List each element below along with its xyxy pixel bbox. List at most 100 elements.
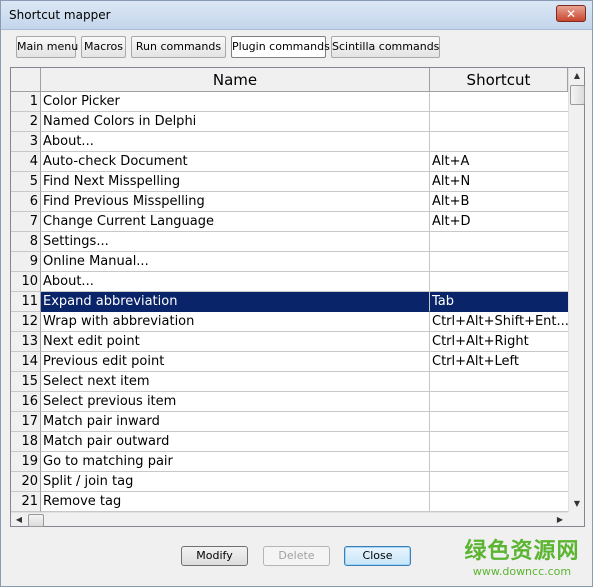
table-row[interactable]: 10 About...: [11, 272, 568, 292]
shortcut-cell[interactable]: Tab: [430, 292, 568, 312]
shortcut-cell[interactable]: [430, 112, 568, 132]
command-name-cell[interactable]: Auto-check Document: [41, 152, 430, 172]
tab-main-menu[interactable]: Main menu: [16, 36, 78, 58]
table-row[interactable]: 5 Find Next Misspelling Alt+N: [11, 172, 568, 192]
shortcut-cell[interactable]: Ctrl+Alt+Shift+Ent...: [430, 312, 568, 332]
command-name-cell[interactable]: Match pair inward: [41, 412, 430, 432]
delete-button[interactable]: Delete: [263, 546, 330, 566]
command-name-cell[interactable]: Named Colors in Delphi: [41, 112, 430, 132]
row-number: 9: [11, 252, 41, 272]
close-button[interactable]: Close: [344, 546, 411, 566]
row-number: 21: [11, 492, 41, 512]
row-number: 13: [11, 332, 41, 352]
shortcut-cell[interactable]: Alt+B: [430, 192, 568, 212]
command-name-cell[interactable]: Go to matching pair: [41, 452, 430, 472]
tab-macros[interactable]: Macros: [81, 36, 126, 58]
command-name-cell[interactable]: Settings...: [41, 232, 430, 252]
shortcut-cell[interactable]: Alt+A: [430, 152, 568, 172]
command-name-cell[interactable]: Select next item: [41, 372, 430, 392]
shortcut-mapper-window: Shortcut mapper ✕ Main menu Macros Run c…: [0, 0, 593, 587]
shortcut-cell[interactable]: Ctrl+Alt+Left: [430, 352, 568, 372]
command-name-cell[interactable]: Online Manual...: [41, 252, 430, 272]
command-name-cell[interactable]: Next edit point: [41, 332, 430, 352]
shortcut-cell[interactable]: [430, 232, 568, 252]
table-row[interactable]: 1 Color Picker: [11, 92, 568, 112]
shortcut-cell[interactable]: Ctrl+Alt+Right: [430, 332, 568, 352]
command-name-cell[interactable]: About...: [41, 132, 430, 152]
table-row[interactable]: 19 Go to matching pair: [11, 452, 568, 472]
table-row[interactable]: 18 Match pair outward: [11, 432, 568, 452]
command-name-cell[interactable]: Wrap with abbreviation: [41, 312, 430, 332]
row-number: 6: [11, 192, 41, 212]
arrow-down-icon[interactable]: ▼: [569, 496, 585, 512]
tab-scintilla-commands[interactable]: Scintilla commands: [331, 36, 440, 58]
header-shortcut[interactable]: Shortcut: [430, 68, 568, 92]
command-name-cell[interactable]: Change Current Language: [41, 212, 430, 232]
command-name-cell[interactable]: Split / join tag: [41, 472, 430, 492]
table-row[interactable]: 7 Change Current Language Alt+D: [11, 212, 568, 232]
row-number: 12: [11, 312, 41, 332]
modify-button[interactable]: Modify: [181, 546, 248, 566]
shortcut-cell[interactable]: [430, 492, 568, 512]
table-row[interactable]: 13 Next edit point Ctrl+Alt+Right: [11, 332, 568, 352]
row-number: 5: [11, 172, 41, 192]
table-row[interactable]: 8 Settings...: [11, 232, 568, 252]
row-number: 10: [11, 272, 41, 292]
header-name[interactable]: Name: [41, 68, 430, 92]
table-row[interactable]: 16 Select previous item: [11, 392, 568, 412]
row-number: 2: [11, 112, 41, 132]
table-row[interactable]: 12 Wrap with abbreviation Ctrl+Alt+Shift+E…: [11, 312, 568, 332]
table-row[interactable]: 9 Online Manual...: [11, 252, 568, 272]
table-row[interactable]: 3 About...: [11, 132, 568, 152]
shortcut-cell[interactable]: [430, 92, 568, 112]
command-name-cell[interactable]: Select previous item: [41, 392, 430, 412]
shortcut-cell[interactable]: [430, 132, 568, 152]
tab-run-commands[interactable]: Run commands: [131, 36, 226, 58]
table-row[interactable]: 17 Match pair inward: [11, 412, 568, 432]
row-number: 8: [11, 232, 41, 252]
watermark-logo: 绿色资源网 www.downcc.com: [457, 539, 587, 578]
arrow-left-icon[interactable]: ◀: [11, 513, 27, 527]
table-row[interactable]: 4 Auto-check Document Alt+A: [11, 152, 568, 172]
table-row[interactable]: 14 Previous edit point Ctrl+Alt+Left: [11, 352, 568, 372]
command-name-cell[interactable]: Previous edit point: [41, 352, 430, 372]
table-row[interactable]: 2 Named Colors in Delphi: [11, 112, 568, 132]
title-bar: Shortcut mapper ✕: [1, 1, 592, 30]
shortcut-cell[interactable]: Alt+D: [430, 212, 568, 232]
command-name-cell[interactable]: Color Picker: [41, 92, 430, 112]
command-name-cell[interactable]: Expand abbreviation: [41, 292, 430, 312]
shortcut-cell[interactable]: Alt+N: [430, 172, 568, 192]
tab-plugin-commands[interactable]: Plugin commands: [231, 36, 330, 58]
table-row[interactable]: 6 Find Previous Misspelling Alt+B: [11, 192, 568, 212]
row-number: 15: [11, 372, 41, 392]
command-name-cell[interactable]: Find Previous Misspelling: [41, 192, 430, 212]
close-icon[interactable]: ✕: [556, 5, 586, 22]
vertical-scroll-thumb[interactable]: [570, 85, 585, 105]
horizontal-scrollbar[interactable]: ◀ ▶: [11, 512, 568, 527]
row-number: 11: [11, 292, 41, 312]
row-number: 3: [11, 132, 41, 152]
window-title: Shortcut mapper: [9, 8, 111, 22]
table-row[interactable]: 15 Select next item: [11, 372, 568, 392]
horizontal-scroll-thumb[interactable]: [28, 514, 44, 527]
shortcut-cell[interactable]: [430, 272, 568, 292]
table-row[interactable]: 11 Expand abbreviation Tab: [11, 292, 568, 312]
shortcut-cell[interactable]: [430, 432, 568, 452]
command-name-cell[interactable]: Remove tag: [41, 492, 430, 512]
shortcut-cell[interactable]: [430, 392, 568, 412]
shortcut-cell[interactable]: [430, 472, 568, 492]
shortcut-cell[interactable]: [430, 452, 568, 472]
shortcut-cell[interactable]: [430, 412, 568, 432]
table-row[interactable]: 21 Remove tag: [11, 492, 568, 512]
table-row[interactable]: 20 Split / join tag: [11, 472, 568, 492]
arrow-right-icon[interactable]: ▶: [552, 513, 568, 527]
shortcut-cell[interactable]: [430, 372, 568, 392]
scroll-corner: [568, 512, 584, 526]
command-name-cell[interactable]: Match pair outward: [41, 432, 430, 452]
grid-rows: 1 Color Picker 2 Named Colors in Delphi 3 Abo…: [11, 92, 568, 512]
arrow-up-icon[interactable]: ▲: [569, 68, 585, 84]
command-name-cell[interactable]: About...: [41, 272, 430, 292]
vertical-scrollbar[interactable]: ▲ ▼: [568, 68, 585, 512]
shortcut-cell[interactable]: [430, 252, 568, 272]
command-name-cell[interactable]: Find Next Misspelling: [41, 172, 430, 192]
